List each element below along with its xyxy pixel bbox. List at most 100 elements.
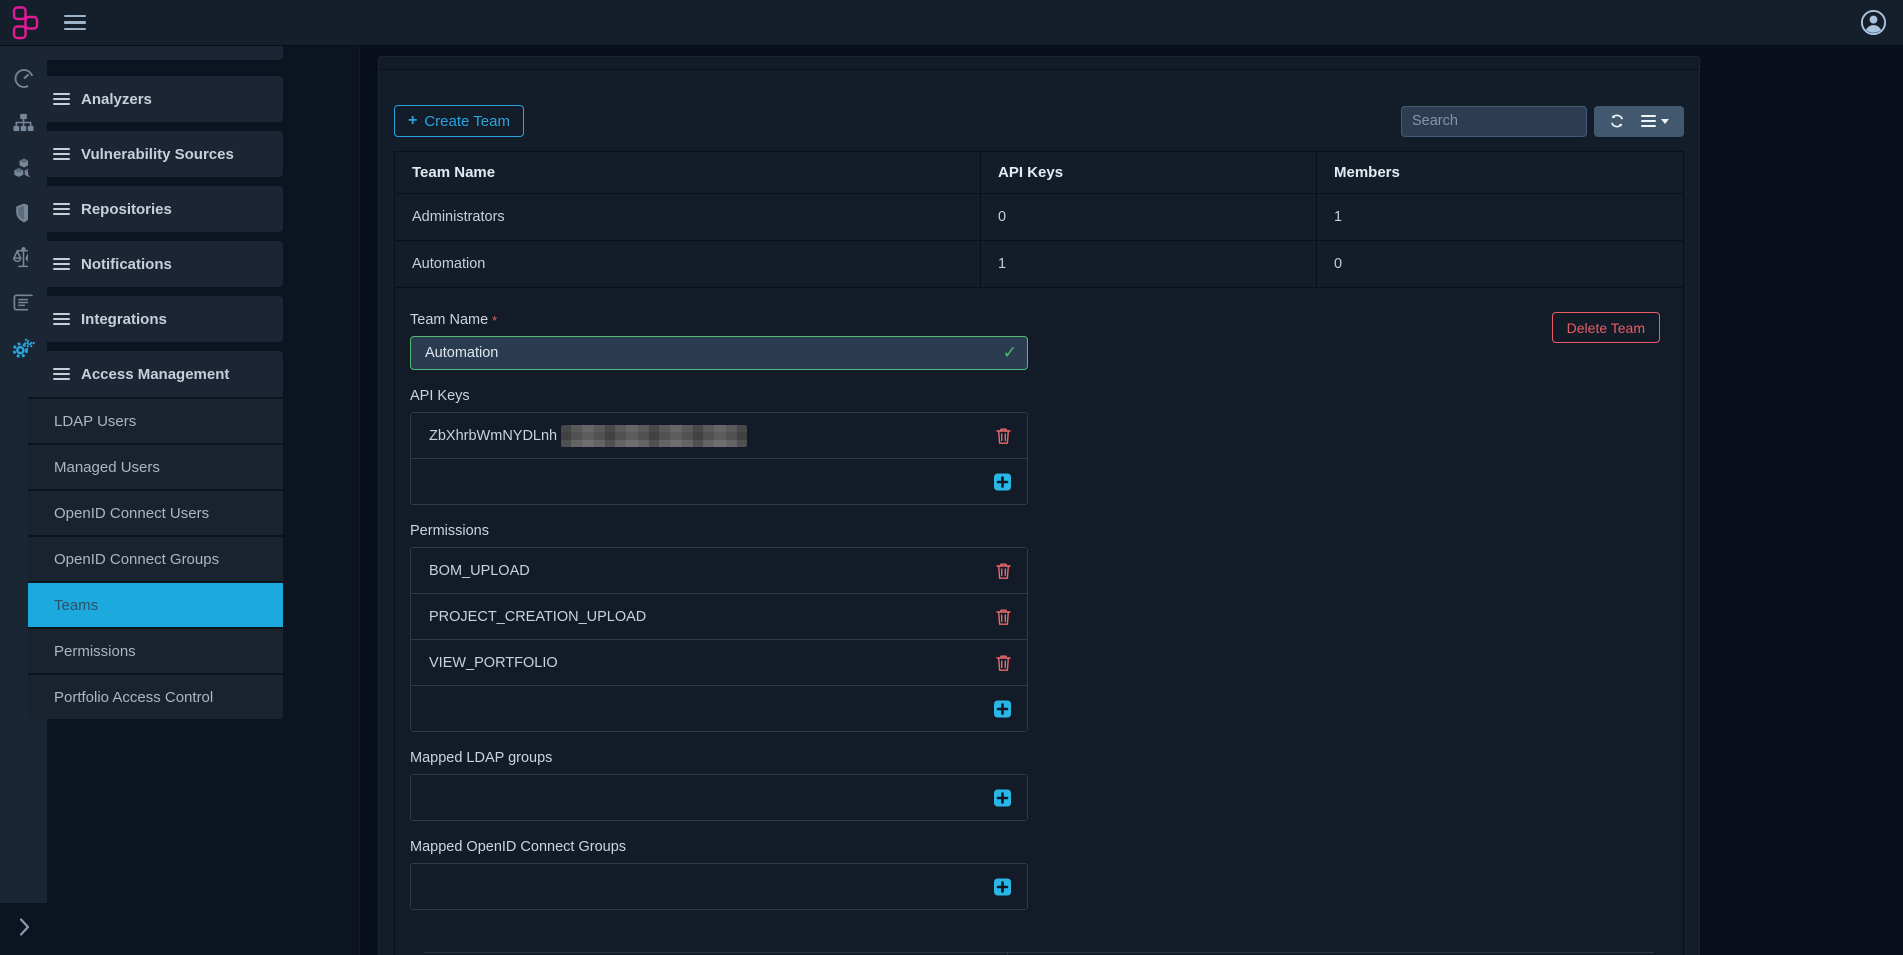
sidebar-item-ldap-users[interactable]: LDAP Users: [28, 397, 283, 443]
api-keys-list: ZbXhrbWmNYDLnh: [410, 412, 1028, 505]
sidebar-item-label: OpenID Connect Groups: [54, 551, 219, 568]
create-team-label: Create Team: [424, 113, 510, 130]
table-controls: [1594, 106, 1684, 137]
cell-members: 0: [1316, 241, 1683, 287]
teams-table: Team Name API Keys Members Administrator…: [394, 151, 1684, 955]
delete-api-key-icon[interactable]: [996, 427, 1011, 444]
cell-api-keys: 1: [980, 241, 1316, 287]
column-header-team-name[interactable]: Team Name: [395, 152, 980, 193]
column-header-api-keys[interactable]: API Keys: [980, 152, 1316, 193]
delete-team-button[interactable]: Delete Team: [1552, 312, 1660, 343]
sidebar-item-label: Permissions: [54, 643, 136, 660]
required-asterisk: *: [492, 313, 497, 328]
add-api-key-row: [411, 458, 1027, 504]
sidebar-section-label: Vulnerability Sources: [81, 146, 234, 163]
sidebar-section-notifications[interactable]: Notifications: [28, 241, 283, 287]
columns-icon: [1641, 115, 1656, 127]
list-icon: [53, 93, 70, 106]
refresh-icon: [1609, 113, 1625, 129]
sidebar-collapse-chevron-icon[interactable]: [18, 916, 31, 943]
add-api-key-icon[interactable]: [994, 473, 1011, 490]
api-key-value: ZbXhrbWmNYDLnh: [429, 428, 557, 444]
valid-check-icon: ✓: [1003, 343, 1017, 363]
sidebar-item-label: Portfolio Access Control: [54, 689, 213, 706]
cell-api-keys: 0: [980, 194, 1316, 240]
cell-team-name: Automation: [395, 241, 980, 287]
team-name-label: Team Name *: [410, 312, 1668, 328]
sidebar-section-integrations[interactable]: Integrations: [28, 296, 283, 342]
add-permission-icon[interactable]: [994, 700, 1011, 717]
search-input[interactable]: [1401, 106, 1587, 137]
api-key-row: ZbXhrbWmNYDLnh: [411, 413, 1027, 458]
permission-row: BOM_UPLOAD: [411, 548, 1027, 593]
user-avatar-icon[interactable]: [1860, 9, 1887, 36]
list-icon: [53, 258, 70, 271]
add-oidc-group-row: [411, 864, 1027, 909]
left-column: Analyzers Vulnerability Sources Reposito…: [0, 45, 360, 955]
sidebar-item-portfolio-access-control[interactable]: Portfolio Access Control: [28, 673, 283, 719]
refresh-button[interactable]: [1607, 109, 1627, 133]
sidebar-item-label: Managed Users: [54, 459, 160, 476]
sidebar-section-label: Analyzers: [81, 91, 152, 108]
permission-row: PROJECT_CREATION_UPLOAD: [411, 593, 1027, 639]
app-logo-icon[interactable]: [10, 5, 40, 40]
mapped-oidc-groups-label: Mapped OpenID Connect Groups: [410, 839, 1668, 855]
table-toolbar: + Create Team: [394, 105, 1684, 137]
plus-icon: +: [408, 113, 417, 129]
permission-value: VIEW_PORTFOLIO: [429, 655, 558, 671]
api-keys-label: API Keys: [410, 388, 1668, 404]
delete-permission-icon[interactable]: [996, 654, 1011, 671]
list-icon: [53, 203, 70, 216]
table-header-row: Team Name API Keys Members: [395, 152, 1683, 193]
sidebar-section-vulnerability-sources[interactable]: Vulnerability Sources: [28, 131, 283, 177]
table-row-administrators[interactable]: Administrators 0 1: [395, 193, 1683, 240]
permission-row: VIEW_PORTFOLIO: [411, 639, 1027, 685]
sidebar: Analyzers Vulnerability Sources Reposito…: [28, 45, 283, 728]
sidebar-item-openid-connect-users[interactable]: OpenID Connect Users: [28, 489, 283, 535]
sidebar-section-label: Repositories: [81, 201, 172, 218]
delete-permission-icon[interactable]: [996, 608, 1011, 625]
sidebar-section-repositories[interactable]: Repositories: [28, 186, 283, 232]
sidebar-section-analyzers[interactable]: Analyzers: [28, 76, 283, 122]
add-permission-row: [411, 685, 1027, 731]
table-row-automation[interactable]: Automation 1 0: [395, 240, 1683, 287]
mapped-oidc-groups-list: [410, 863, 1028, 910]
sidebar-item-managed-users[interactable]: Managed Users: [28, 443, 283, 489]
mapped-ldap-groups-list: [410, 774, 1028, 821]
team-detail-panel: Delete Team Team Name * ✓ API Keys ZbXhr…: [395, 287, 1683, 955]
list-icon: [53, 313, 70, 326]
permissions-list: BOM_UPLOAD PROJECT_CREATION_UPLOAD: [410, 547, 1028, 732]
toolbar-right: [1401, 106, 1684, 137]
create-team-button[interactable]: + Create Team: [394, 105, 524, 137]
menu-toggle-icon[interactable]: [58, 9, 92, 37]
sidebar-item-teams[interactable]: Teams: [28, 581, 283, 627]
sidebar-item-permissions[interactable]: Permissions: [28, 627, 283, 673]
column-header-members[interactable]: Members: [1316, 152, 1683, 193]
teams-card: + Create Team: [378, 56, 1700, 955]
sidebar-section-label: Access Management: [81, 366, 229, 383]
mapped-ldap-groups-label: Mapped LDAP groups: [410, 750, 1668, 766]
columns-dropdown-button[interactable]: [1639, 111, 1671, 131]
top-bar: [0, 0, 1903, 46]
sidebar-card-clipped[interactable]: [28, 45, 283, 60]
sidebar-item-openid-connect-groups[interactable]: OpenID Connect Groups: [28, 535, 283, 581]
sidebar-item-label: OpenID Connect Users: [54, 505, 209, 522]
caret-down-icon: [1661, 119, 1669, 124]
cell-team-name: Administrators: [395, 194, 980, 240]
sidebar-group-access-management: Access Management LDAP Users Managed Use…: [28, 351, 283, 719]
delete-permission-icon[interactable]: [996, 562, 1011, 579]
add-ldap-group-icon[interactable]: [994, 789, 1011, 806]
cell-members: 1: [1316, 194, 1683, 240]
main-content: + Create Team: [360, 45, 1903, 955]
team-name-input-wrap: ✓: [410, 336, 1028, 370]
sidebar-section-label: Integrations: [81, 311, 167, 328]
team-name-input[interactable]: [410, 336, 1028, 370]
card-top-strip: [379, 57, 1699, 70]
sidebar-section-access-management[interactable]: Access Management: [28, 351, 283, 397]
permissions-label: Permissions: [410, 523, 1668, 539]
list-icon: [53, 148, 70, 161]
permission-value: BOM_UPLOAD: [429, 563, 530, 579]
permission-value: PROJECT_CREATION_UPLOAD: [429, 609, 646, 625]
api-key-redacted-blur: [561, 425, 747, 447]
add-oidc-group-icon[interactable]: [994, 878, 1011, 895]
